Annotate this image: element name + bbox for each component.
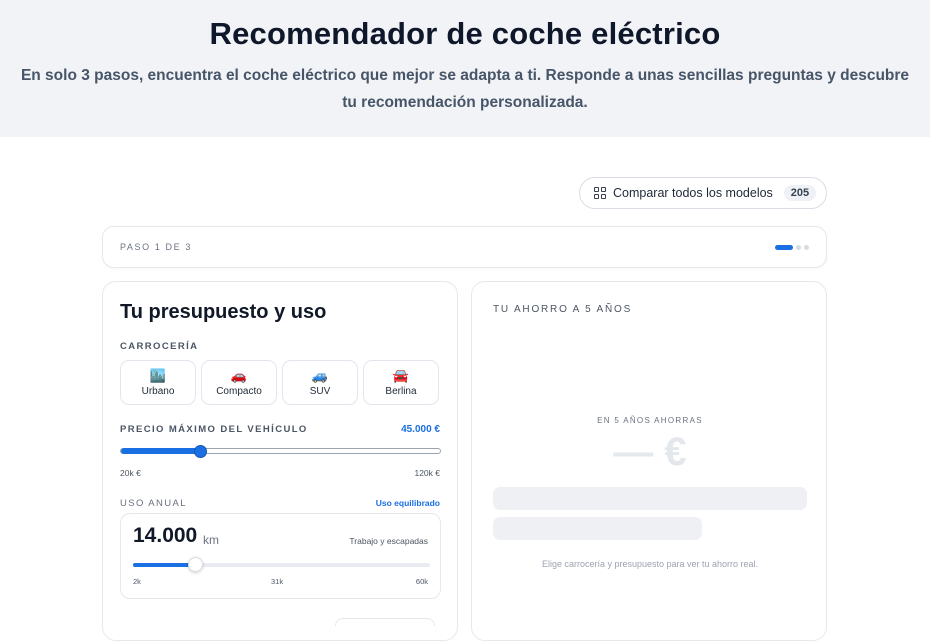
budget-card-title: Tu presupuesto y uso xyxy=(120,301,327,323)
step-progress-bar: PASO 1 DE 3 xyxy=(102,226,827,268)
price-min-label: 20k € xyxy=(120,468,141,478)
sedan-icon: 🚘 xyxy=(392,367,410,383)
savings-hint: Elige carrocería y presupuesto para ver … xyxy=(541,559,759,569)
km-tick-max: 60k xyxy=(415,577,428,586)
body-type-urbano[interactable]: 🏙️ Urbano xyxy=(120,360,196,405)
step-dot-3 xyxy=(804,245,809,250)
km-tick-mid: 31k xyxy=(271,577,284,586)
page-title: Recomendador de coche eléctrico xyxy=(209,16,721,51)
next-section-stub xyxy=(335,618,435,626)
body-type-label-urbano: Urbano xyxy=(141,385,175,397)
price-slider-fill xyxy=(121,448,201,454)
km-tick-min: 2k xyxy=(133,577,141,586)
price-label: PRECIO MÁXIMO DEL VEHÍCULO xyxy=(120,424,308,435)
body-type-selector: 🏙️ Urbano 🚗 Compacto 🚙 SUV 🚘 Berlina xyxy=(120,360,439,405)
grid-icon xyxy=(594,187,606,199)
body-type-label: CARROCERÍA xyxy=(120,341,199,352)
body-type-suv[interactable]: 🚙 SUV xyxy=(282,360,358,405)
annual-km-value: 14.000 xyxy=(133,524,198,547)
annual-km-slider[interactable] xyxy=(133,557,430,572)
body-type-berlina[interactable]: 🚘 Berlina xyxy=(363,360,439,405)
annual-km-slider-fill xyxy=(133,563,196,567)
annual-km-slider-thumb[interactable] xyxy=(187,557,203,572)
annual-km-unit: km xyxy=(203,533,219,547)
usage-profile-tag: Uso equilibrado xyxy=(375,498,440,508)
city-icon: 🏙️ xyxy=(149,367,167,383)
budget-usage-card: Tu presupuesto y uso CARROCERÍA 🏙️ Urban… xyxy=(102,281,458,641)
body-type-label-suv: SUV xyxy=(309,385,331,397)
body-type-label-compacto: Compacto xyxy=(216,385,262,397)
annual-km-note: Trabajo y escapadas xyxy=(349,536,428,546)
price-slider-thumb[interactable] xyxy=(194,444,208,458)
step-label: PASO 1 DE 3 xyxy=(120,242,192,252)
skeleton-line-2 xyxy=(493,517,702,540)
step-dot-2 xyxy=(796,245,801,250)
savings-card-title: TU AHORRO A 5 AÑOS xyxy=(493,304,633,315)
body-type-label-berlina: Berlina xyxy=(385,385,417,397)
compare-all-models-button[interactable]: Comparar todos los modelos 205 xyxy=(579,177,827,209)
car-icon: 🚗 xyxy=(230,367,248,383)
annual-km-box: 14.000 km Trabajo y escapadas 2k 31k 60k xyxy=(120,513,441,599)
hero-header: Recomendador de coche eléctrico En solo … xyxy=(0,0,930,137)
models-count-badge: 205 xyxy=(783,185,817,201)
skeleton-line-1 xyxy=(493,487,807,510)
step-dot-1 xyxy=(775,245,793,250)
price-slider[interactable] xyxy=(120,444,441,458)
savings-label: EN 5 AÑOS AHORRAS xyxy=(597,416,703,425)
price-max-label: 120k € xyxy=(414,468,440,478)
suv-icon: 🚙 xyxy=(311,367,329,383)
page-subtitle: En solo 3 pasos, encuentra el coche eléc… xyxy=(20,67,910,111)
price-value: 45.000 € xyxy=(401,424,440,435)
usage-label: USO ANUAL xyxy=(120,498,187,509)
compare-label: Comparar todos los modelos xyxy=(613,186,773,200)
savings-card: TU AHORRO A 5 AÑOS EN 5 AÑOS AHORRAS — €… xyxy=(471,281,827,641)
body-type-compacto[interactable]: 🚗 Compacto xyxy=(201,360,277,405)
step-dots xyxy=(775,245,809,250)
savings-value: — € xyxy=(613,430,687,474)
